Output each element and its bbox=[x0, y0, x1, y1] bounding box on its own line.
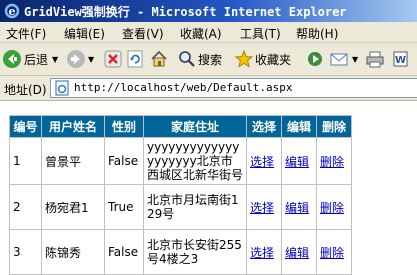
forward-button[interactable]: ▼ bbox=[66, 47, 94, 71]
svg-text:e: e bbox=[9, 5, 16, 18]
cell-sex: False bbox=[104, 229, 144, 275]
select-link[interactable]: 选择 bbox=[250, 155, 274, 169]
cell-sex: False bbox=[104, 137, 144, 185]
header-address: 家庭住址 bbox=[143, 115, 247, 138]
table-row: 2 杨宛君1 True 北京市月坛南街129号 选择 编辑 删除 bbox=[9, 184, 352, 230]
select-link[interactable]: 选择 bbox=[250, 246, 274, 260]
favorites-button[interactable]: 收藏夹 bbox=[235, 47, 291, 71]
menu-favorites[interactable]: 收藏(A) bbox=[180, 25, 222, 42]
header-sex: 性别 bbox=[104, 115, 144, 138]
select-link[interactable]: 选择 bbox=[250, 201, 274, 215]
refresh-icon bbox=[126, 50, 144, 68]
menu-help[interactable]: 帮助(H) bbox=[296, 25, 338, 42]
address-bar: 地址(D) http://localhost/web/Default.aspx bbox=[0, 76, 417, 101]
media-button[interactable] bbox=[306, 47, 324, 71]
cell-select: 选择 bbox=[246, 184, 282, 230]
cell-address: 北京市长安街255号4楼之3 bbox=[143, 229, 247, 275]
edit-link[interactable]: 编辑 bbox=[285, 246, 309, 260]
delete-link[interactable]: 删除 bbox=[320, 155, 344, 169]
cell-delete: 删除 bbox=[316, 229, 352, 275]
back-dropdown-icon: ▼ bbox=[52, 54, 59, 64]
edit-link[interactable]: 编辑 bbox=[285, 155, 309, 169]
favorites-star-icon bbox=[235, 50, 253, 68]
menu-bar: 文件(F) 编辑(E) 查看(V) 收藏(A) 工具(T) 帮助(H) bbox=[0, 22, 417, 43]
table-row: 3 陈锦秀 False 北京市长安街255号4楼之3 选择 编辑 删除 bbox=[9, 229, 352, 275]
search-label: 搜索 bbox=[198, 52, 223, 67]
address-label: 地址(D) bbox=[4, 83, 47, 97]
header-select: 选择 bbox=[246, 115, 282, 138]
search-button[interactable]: 搜索 bbox=[178, 47, 222, 71]
page-icon bbox=[54, 80, 70, 99]
cell-delete: 删除 bbox=[316, 137, 352, 185]
cell-edit: 编辑 bbox=[281, 137, 317, 185]
home-button[interactable] bbox=[150, 47, 168, 71]
cell-edit: 编辑 bbox=[281, 184, 317, 230]
standard-toolbar: 后退 ▼ ▼ 搜索 收藏夹 ▼ W bbox=[0, 43, 417, 76]
cell-id: 3 bbox=[9, 229, 42, 275]
favorites-label: 收藏夹 bbox=[255, 52, 292, 67]
print-button[interactable] bbox=[366, 47, 384, 71]
back-button[interactable]: 后退 ▼ bbox=[2, 47, 58, 71]
delete-link[interactable]: 删除 bbox=[320, 246, 344, 260]
cell-name: 陈锦秀 bbox=[41, 229, 105, 275]
word-edit-icon: W bbox=[392, 50, 410, 68]
cell-select: 选择 bbox=[246, 229, 282, 275]
refresh-button[interactable] bbox=[126, 47, 144, 71]
menu-file[interactable]: 文件(F) bbox=[6, 25, 46, 42]
header-id: 编号 bbox=[9, 115, 42, 138]
header-edit: 编辑 bbox=[281, 115, 317, 138]
address-input[interactable]: http://localhost/web/Default.aspx bbox=[50, 78, 417, 98]
menu-edit[interactable]: 编辑(E) bbox=[64, 25, 105, 42]
menu-tools[interactable]: 工具(T) bbox=[240, 25, 281, 42]
edit-page-button[interactable]: W bbox=[392, 47, 410, 71]
gridview-table: 编号 用户姓名 性别 家庭住址 选择 编辑 删除 1 曾景平 False yyy… bbox=[9, 115, 352, 275]
cell-name: 曾景平 bbox=[41, 137, 105, 185]
forward-arrow-icon bbox=[66, 49, 86, 69]
home-icon bbox=[150, 50, 168, 68]
back-label: 后退 bbox=[24, 52, 49, 67]
svg-text:W: W bbox=[395, 55, 406, 66]
cell-id: 1 bbox=[9, 137, 42, 185]
menu-view[interactable]: 查看(V) bbox=[122, 25, 164, 42]
cell-address: yyyyyyyyyyyyyyyyyyyy北京市西城区北新华街号 bbox=[143, 137, 247, 185]
table-row: 1 曾景平 False yyyyyyyyyyyyyyyyyyyy北京市西城区北新… bbox=[9, 137, 352, 185]
cell-select: 选择 bbox=[246, 137, 282, 185]
search-icon bbox=[178, 50, 196, 68]
mail-icon bbox=[330, 50, 350, 68]
address-url: http://localhost/web/Default.aspx bbox=[74, 81, 293, 94]
header-delete: 删除 bbox=[316, 115, 352, 138]
cell-sex: True bbox=[104, 184, 144, 230]
mail-dropdown-icon: ▼ bbox=[352, 54, 359, 64]
media-icon bbox=[306, 50, 324, 68]
mail-button[interactable]: ▼ bbox=[330, 47, 358, 71]
back-arrow-icon bbox=[2, 49, 22, 69]
ie-logo-icon: e bbox=[4, 3, 20, 19]
edit-link[interactable]: 编辑 bbox=[285, 201, 309, 215]
cell-edit: 编辑 bbox=[281, 229, 317, 275]
stop-icon bbox=[104, 50, 122, 68]
window-title: GridView强制换行 - Microsoft Internet Explor… bbox=[24, 5, 347, 19]
cell-name: 杨宛君1 bbox=[41, 184, 105, 230]
stop-button[interactable] bbox=[104, 47, 122, 71]
grid-header-row: 编号 用户姓名 性别 家庭住址 选择 编辑 删除 bbox=[9, 115, 352, 138]
window-titlebar[interactable]: e GridView强制换行 - Microsoft Internet Expl… bbox=[0, 0, 417, 22]
cell-address: 北京市月坛南街129号 bbox=[143, 184, 247, 230]
print-icon bbox=[366, 50, 384, 68]
delete-link[interactable]: 删除 bbox=[320, 201, 344, 215]
cell-delete: 删除 bbox=[316, 184, 352, 230]
forward-dropdown-icon: ▼ bbox=[88, 54, 95, 64]
cell-id: 2 bbox=[9, 184, 42, 230]
header-name: 用户姓名 bbox=[41, 115, 105, 138]
page-content: 编号 用户姓名 性别 家庭住址 选择 编辑 删除 1 曾景平 False yyy… bbox=[0, 101, 417, 275]
